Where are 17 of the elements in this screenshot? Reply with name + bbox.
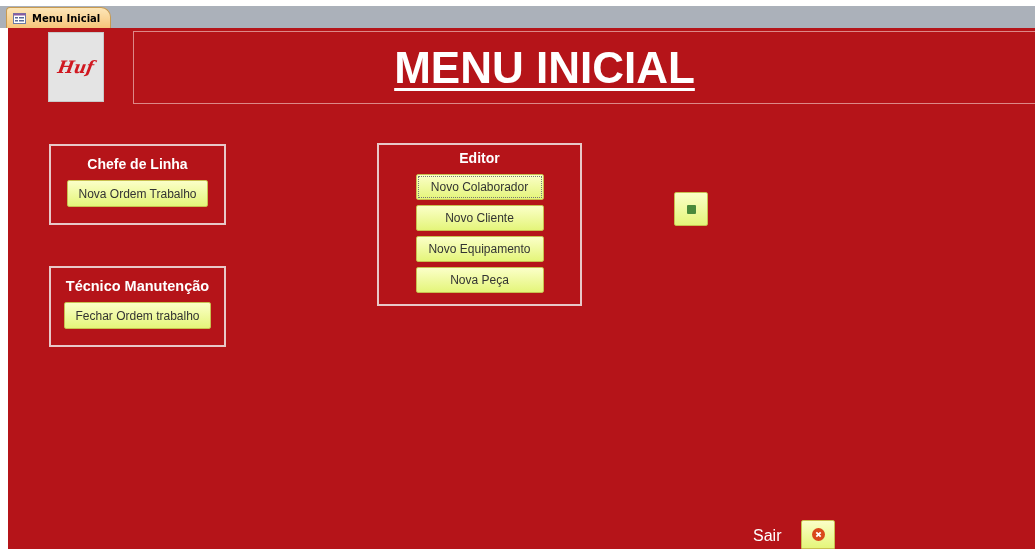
form-tab[interactable]: Menu Inicial [6,7,112,28]
close-icon [811,528,825,541]
menu-button[interactable]: Fechar Ordem trabalho [64,302,211,329]
icon-button[interactable] [674,192,708,226]
section-title: Chefe de Linha [87,156,188,172]
menu-button[interactable]: Novo Equipamento [415,236,544,262]
menu-button[interactable]: Novo Cliente [415,205,544,231]
section-title: Técnico Manutenção [65,278,210,294]
form-title: MENU INICIAL [394,42,695,93]
menu-button[interactable]: Novo Colaborador [415,174,544,200]
section-title: Editor [459,150,500,166]
menu-button[interactable]: Nova Ordem Trabalho [67,180,208,207]
form-icon [13,12,26,24]
exit-label: Sair [753,527,782,545]
menu-button[interactable]: Nova Peça [415,267,544,293]
exit-button[interactable] [801,520,836,549]
company-logo: Huf [48,32,104,102]
